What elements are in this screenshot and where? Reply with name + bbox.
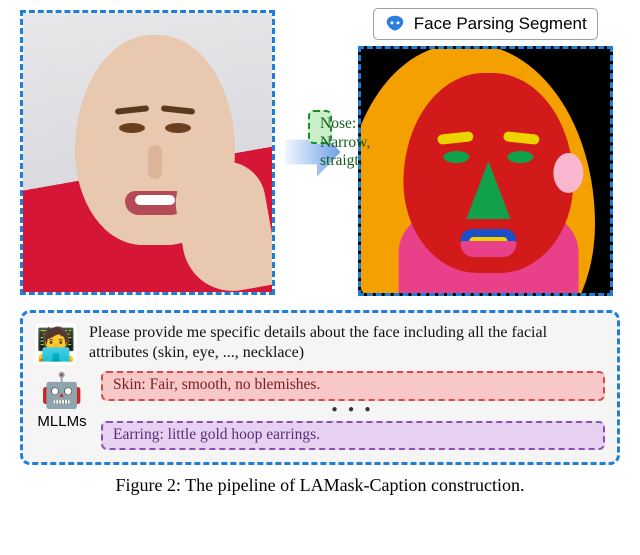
ellipsis-icon: ● ● ● bbox=[101, 407, 605, 415]
input-photo: o epi bbox=[20, 10, 275, 295]
seg-region-brow-left bbox=[437, 132, 474, 146]
seg-region-lower-lip bbox=[461, 241, 517, 257]
photo-brow-left bbox=[115, 105, 149, 115]
response-skin: Skin: Fair, smooth, no blemishes. bbox=[101, 371, 605, 401]
seg-region-face bbox=[404, 73, 574, 273]
segmentation-label-box: Face Parsing Segment bbox=[373, 8, 598, 40]
prompt-text: Please provide me specific details about… bbox=[89, 323, 605, 363]
photo-eye-left bbox=[119, 123, 145, 133]
photo-nose bbox=[148, 145, 162, 179]
response-nose: Nose: Narrow, straigt. bbox=[308, 110, 332, 144]
response-list: Skin: Fair, smooth, no blemishes. Nose: … bbox=[101, 371, 605, 450]
response-row: 🤖 MLLMs Skin: Fair, smooth, no blemishes… bbox=[35, 371, 605, 450]
segmentation-label-text: Face Parsing Segment bbox=[414, 14, 587, 34]
mask-icon bbox=[384, 13, 406, 35]
seg-region-ear bbox=[554, 153, 584, 193]
photo-teeth bbox=[135, 195, 175, 205]
response-earring: Earring: little gold hoop earrings. bbox=[101, 421, 605, 451]
figure-caption: Figure 2: The pipeline of LAMask-Caption… bbox=[0, 475, 640, 496]
mllm-side: 🤖 MLLMs bbox=[35, 371, 89, 430]
photo-brow-right bbox=[161, 105, 195, 115]
seg-region-nose bbox=[467, 161, 511, 219]
prompt-row: 🧑‍💻 Please provide me specific details a… bbox=[35, 323, 605, 365]
backdrop-text-2: epi bbox=[31, 228, 97, 282]
segmentation-output bbox=[358, 46, 613, 296]
segmentation-column: Face Parsing Segment bbox=[351, 8, 620, 296]
mllm-dialog: 🧑‍💻 Please provide me specific details a… bbox=[20, 310, 620, 465]
seg-region-brow-right bbox=[503, 132, 540, 146]
mllm-label: MLLMs bbox=[37, 413, 86, 430]
robot-icon: 🤖 bbox=[41, 371, 83, 411]
seg-region-eye-right bbox=[508, 151, 534, 163]
user-avatar-icon: 🧑‍💻 bbox=[35, 323, 77, 365]
photo-eye-right bbox=[165, 123, 191, 133]
